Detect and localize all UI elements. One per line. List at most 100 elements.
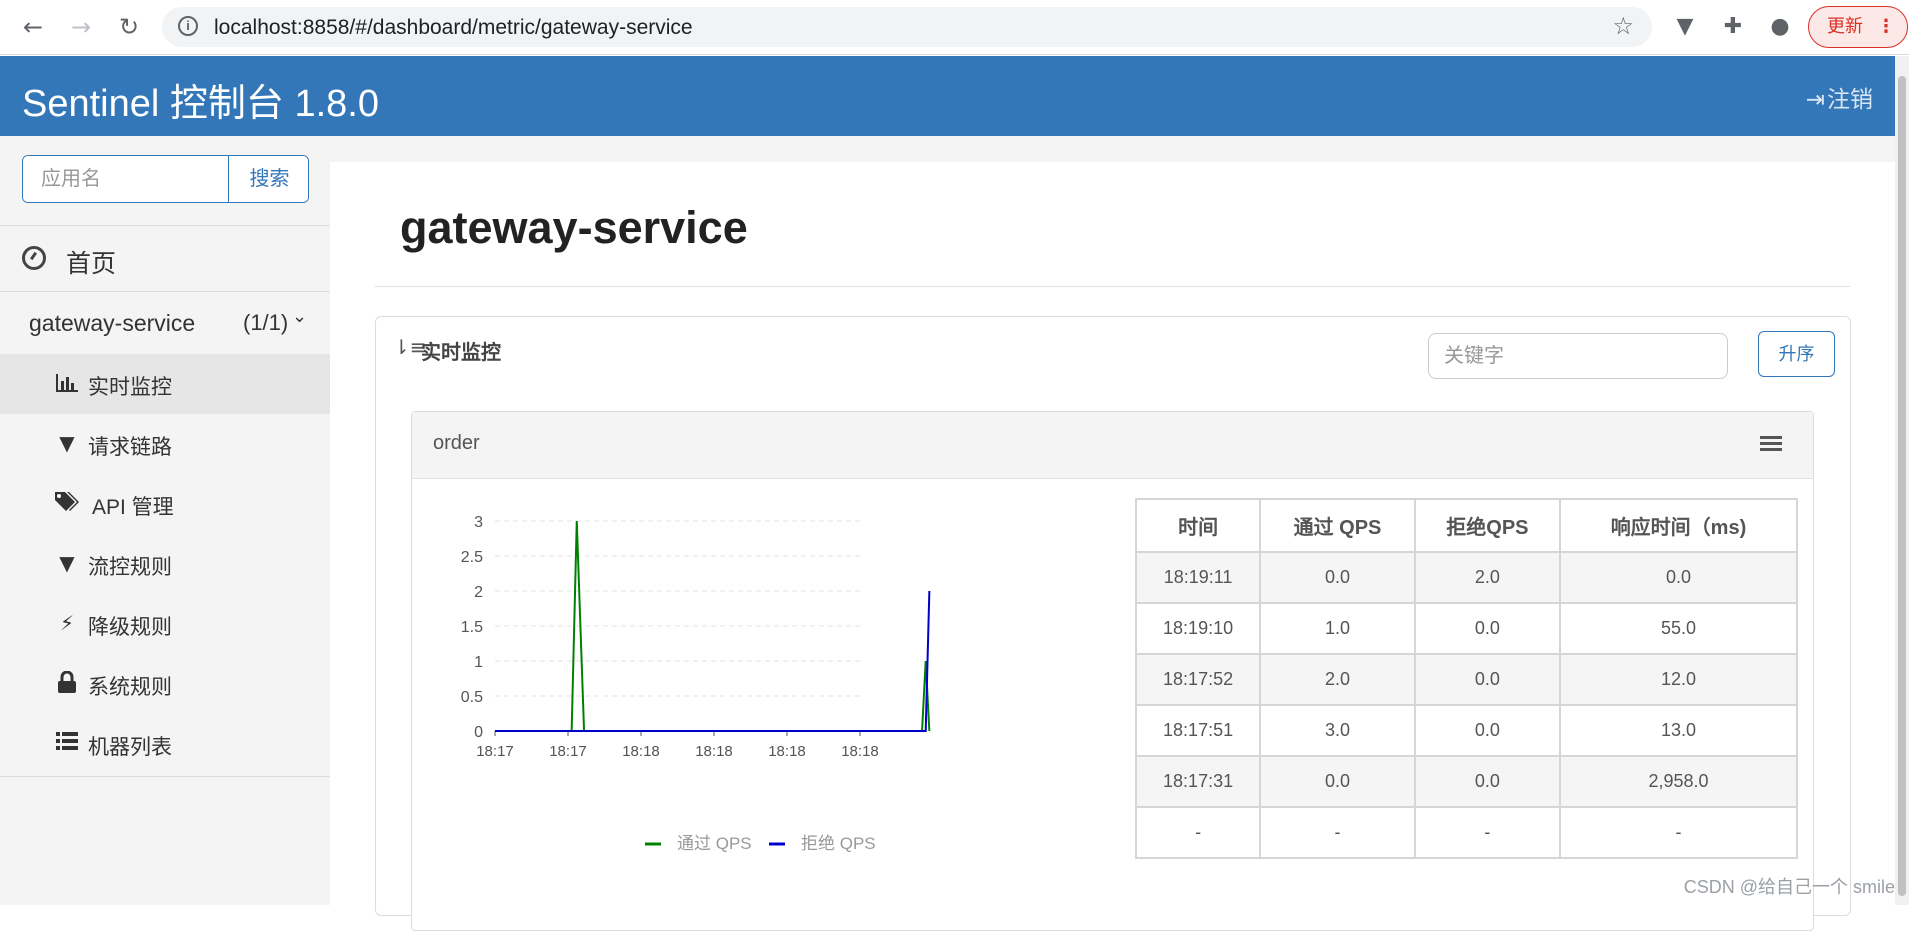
table-cell: 0.0 — [1260, 756, 1415, 807]
site-info-icon[interactable]: i — [178, 16, 198, 36]
logout-label: 注销 — [1827, 86, 1873, 112]
sidebar-item-system-rules[interactable]: 系统规则 — [0, 654, 330, 714]
sidebar-item-request-chain[interactable]: ▼ 请求链路 — [0, 414, 330, 474]
sidebar-item-machine-list[interactable]: 机器列表 — [0, 714, 330, 774]
hamburger-menu-icon[interactable] — [1760, 436, 1782, 454]
bookmark-star-icon[interactable]: ☆ — [1612, 12, 1634, 40]
table-row: 18:17:310.00.02,958.0 — [1136, 756, 1797, 807]
profile-avatar-icon[interactable]: ● — [1765, 12, 1795, 42]
sidebar: 搜索 首页 gateway-service (1/1) ⌄ 实时监控 ▼ 请求链… — [0, 136, 330, 905]
page-title: gateway-service — [400, 202, 748, 254]
filter-icon: ▼ — [55, 551, 79, 575]
sign-out-icon: ⇥ — [1806, 87, 1825, 113]
table-cell: - — [1415, 807, 1560, 858]
app-search-input[interactable] — [23, 156, 228, 202]
table-cell: 18:19:10 — [1136, 603, 1260, 654]
table-cell: 0.0 — [1415, 756, 1560, 807]
app-header: Sentinel 控制台 1.8.0 ⇥注销 — [0, 56, 1895, 136]
table-cell: 18:17:51 — [1136, 705, 1260, 756]
forward-arrow-icon[interactable]: → — [66, 12, 96, 42]
address-url[interactable]: localhost:8858/#/dashboard/metric/gatewa… — [214, 16, 693, 40]
sidebar-item-api-management[interactable]: API 管理 — [0, 474, 330, 534]
sort-ascending-button[interactable]: 升序 — [1758, 331, 1835, 377]
table-cell: 2,958.0 — [1560, 756, 1797, 807]
bar-chart-icon — [55, 371, 79, 395]
browser-update-button[interactable]: 更新 ⋮ — [1808, 6, 1908, 48]
x-tick-label: 18:17 — [549, 743, 587, 760]
sidebar-item-label: 请求链路 — [88, 431, 172, 461]
extension-triangle-icon[interactable]: ▼ — [1670, 12, 1700, 42]
table-cell: 18:17:52 — [1136, 654, 1260, 705]
browser-toolbar: ← → ↻ i localhost:8858/#/dashboard/metri… — [0, 0, 1909, 55]
sidebar-item-label: 降级规则 — [88, 611, 172, 641]
bolt-icon: ⚡ — [55, 611, 79, 635]
list-icon — [55, 731, 79, 755]
table-cell: 2.0 — [1260, 654, 1415, 705]
sidebar-item-flow-rules[interactable]: ▼ 流控规则 — [0, 534, 330, 594]
keyword-search-input[interactable] — [1428, 333, 1728, 379]
table-cell: - — [1560, 807, 1797, 858]
table-row: 18:19:110.02.00.0 — [1136, 552, 1797, 603]
resource-name: order — [433, 432, 480, 455]
app-machine-count: (1/1) — [243, 310, 288, 336]
table-cell: 0.0 — [1415, 603, 1560, 654]
y-tick-label: 2.5 — [461, 549, 483, 566]
metrics-table: 时间 通过 QPS 拒绝QPS 响应时间（ms) 18:19:110.02.00… — [1135, 498, 1798, 859]
sidebar-item-label: 实时监控 — [88, 371, 172, 401]
reload-icon[interactable]: ↻ — [114, 12, 144, 42]
sidebar-item-label: 流控规则 — [88, 551, 172, 581]
back-arrow-icon[interactable]: ← — [18, 12, 48, 42]
update-label: 更新 — [1827, 16, 1863, 36]
column-header-pass-qps: 通过 QPS — [1260, 499, 1415, 552]
legend-label: 通过 QPS — [677, 834, 752, 853]
table-cell: 18:19:11 — [1136, 552, 1260, 603]
more-vert-icon[interactable]: ⋮ — [1877, 7, 1895, 46]
divider — [375, 286, 1850, 287]
y-tick-label: 3 — [474, 514, 483, 531]
table-row: ---- — [1136, 807, 1797, 858]
table-cell: 0.0 — [1560, 552, 1797, 603]
table-row: 18:17:513.00.013.0 — [1136, 705, 1797, 756]
table-cell: 2.0 — [1415, 552, 1560, 603]
app-name: gateway-service — [29, 310, 195, 337]
sidebar-item-label: 首页 — [66, 244, 116, 280]
app-search-button[interactable]: 搜索 — [228, 156, 309, 202]
sidebar-item-realtime-monitor[interactable]: 实时监控 — [0, 354, 330, 414]
x-tick-label: 18:18 — [768, 743, 806, 760]
table-cell: 12.0 — [1560, 654, 1797, 705]
table-cell: 3.0 — [1260, 705, 1415, 756]
table-cell: - — [1260, 807, 1415, 858]
sidebar-item-label: 机器列表 — [88, 731, 172, 761]
resource-card-header — [412, 412, 1813, 479]
column-header-rt: 响应时间（ms) — [1560, 499, 1797, 552]
y-tick-label: 2 — [474, 584, 483, 601]
table-cell: 13.0 — [1560, 705, 1797, 756]
y-tick-label: 0.5 — [461, 689, 483, 706]
x-tick-label: 18:18 — [695, 743, 733, 760]
tags-icon — [54, 491, 78, 515]
table-header-row: 时间 通过 QPS 拒绝QPS 响应时间（ms) — [1136, 499, 1797, 552]
puzzle-extensions-icon[interactable]: ✚ — [1718, 12, 1748, 42]
qps-line-chart: 00.511.522.5318:1718:1718:1818:1818:1818… — [440, 490, 1080, 870]
table-cell: 1.0 — [1260, 603, 1415, 654]
sidebar-app-gateway-service[interactable]: gateway-service (1/1) ⌄ — [0, 292, 330, 354]
logout-link[interactable]: ⇥注销 — [1806, 80, 1873, 114]
lock-icon — [55, 671, 79, 695]
scrollbar-thumb[interactable] — [1898, 76, 1906, 896]
x-tick-label: 18:18 — [622, 743, 660, 760]
table-cell: 0.0 — [1415, 654, 1560, 705]
sidebar-item-degrade-rules[interactable]: ⚡ 降级规则 — [0, 594, 330, 654]
table-cell: 55.0 — [1560, 603, 1797, 654]
address-bar[interactable]: i localhost:8858/#/dashboard/metric/gate… — [162, 7, 1652, 47]
sidebar-item-home[interactable]: 首页 — [0, 226, 330, 291]
divider — [0, 776, 330, 777]
sidebar-item-label: API 管理 — [92, 491, 174, 521]
app-title[interactable]: Sentinel 控制台 1.8.0 — [22, 72, 379, 127]
column-header-time: 时间 — [1136, 499, 1260, 552]
table-row: 18:17:522.00.012.0 — [1136, 654, 1797, 705]
table-cell: - — [1136, 807, 1260, 858]
page-scrollbar[interactable] — [1895, 56, 1909, 905]
y-tick-label: 1 — [474, 654, 483, 671]
x-tick-label: 18:18 — [841, 743, 879, 760]
table-cell: 0.0 — [1260, 552, 1415, 603]
